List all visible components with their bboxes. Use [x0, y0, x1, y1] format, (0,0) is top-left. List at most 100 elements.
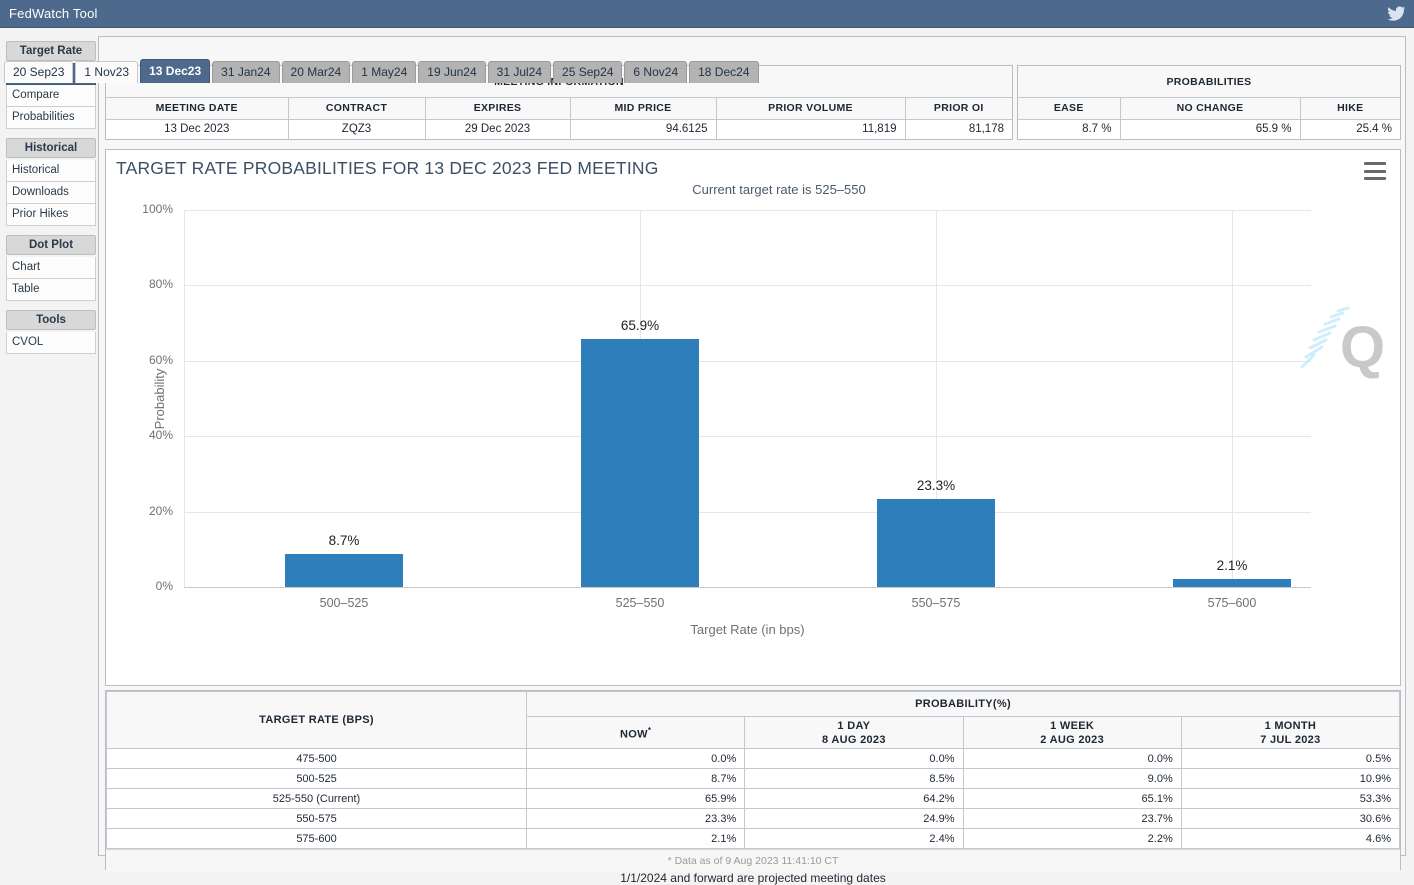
- sidebar: Target Rate Current Compare Probabilitie…: [6, 41, 96, 363]
- sidebar-item-chart[interactable]: Chart: [6, 257, 96, 279]
- x-tick-575-600: 575–600: [1207, 596, 1257, 610]
- chart-card: TARGET RATE PROBABILITIES FOR 13 DEC 202…: [105, 149, 1401, 686]
- data-as-of-note: * Data as of 9 Aug 2023 11:41:10 CT: [106, 849, 1400, 871]
- gridline-80: [184, 285, 1311, 287]
- tab-1-may24[interactable]: 1 May24: [352, 61, 417, 83]
- gridline-60: [184, 360, 1311, 362]
- sidebar-group-header-target-rate: Target Rate: [6, 41, 96, 61]
- bar-label-575-600: 2.1%: [1216, 558, 1248, 574]
- col-1-day-sub: 8 AUG 2023: [822, 733, 886, 746]
- cell-1-month: 30.6%: [1180, 808, 1401, 829]
- sidebar-item-table[interactable]: Table: [6, 279, 96, 301]
- table-row: 500-525 8.7% 8.5% 9.0% 10.9%: [106, 768, 1401, 789]
- sidebar-item-cvol[interactable]: CVOL: [6, 332, 96, 354]
- table-header-row-top: TARGET RATE (BPS) PROBABILITY(%): [106, 691, 1400, 749]
- meeting-information-table: MEETING DATE CONTRACT EXPIRES MID PRICE …: [106, 98, 1012, 139]
- tab-6-nov24[interactable]: 6 Nov24: [624, 61, 688, 83]
- twitter-icon[interactable]: [1386, 4, 1406, 24]
- cell-prior-oi: 81,178: [905, 119, 1012, 139]
- hamburger-bar-2: [1364, 169, 1386, 173]
- col-mid-price: MID PRICE: [570, 98, 717, 120]
- sidebar-group-target-rate: Target Rate Current Compare Probabilitie…: [6, 41, 96, 129]
- table-header-row: MEETING DATE CONTRACT EXPIRES MID PRICE …: [106, 98, 1012, 120]
- bar-525-550[interactable]: [581, 338, 699, 587]
- col-expires: EXPIRES: [425, 98, 571, 120]
- col-1-week: 1 WEEK 2 AUG 2023: [962, 716, 1182, 749]
- hamburger-bar-1: [1364, 162, 1386, 165]
- cell-1-day: 0.0%: [744, 748, 964, 769]
- cell-1-week: 2.2%: [962, 828, 1182, 849]
- tab-31-jan24[interactable]: 31 Jan24: [212, 61, 280, 83]
- cell-target: 575-600: [106, 828, 527, 849]
- hamburger-menu-icon[interactable]: [1364, 162, 1386, 180]
- gridline-100: [184, 210, 1311, 211]
- tab-31-jul24[interactable]: 31 Jul24: [487, 61, 552, 83]
- hamburger-bar-3: [1364, 177, 1386, 180]
- bar-label-500-525: 8.7%: [328, 533, 360, 549]
- cell-1-week: 23.7%: [962, 808, 1182, 829]
- col-1-month-label: 1 MONTH: [1264, 719, 1317, 732]
- cell-1-month: 10.9%: [1180, 768, 1401, 789]
- sidebar-item-probabilities[interactable]: Probabilities: [6, 107, 96, 129]
- x-tick-500-525: 500–525: [319, 596, 369, 610]
- sidebar-group-header-tools: Tools: [6, 310, 96, 330]
- cell-contract: ZQZ3: [288, 119, 426, 139]
- cell-1-day: 24.9%: [744, 808, 964, 829]
- sidebar-item-prior-hikes[interactable]: Prior Hikes: [6, 204, 96, 226]
- cell-1-day: 64.2%: [744, 788, 964, 809]
- cell-mid-price: 94.6125: [570, 119, 717, 139]
- tab-13-dec23[interactable]: 13 Dec23: [140, 59, 211, 83]
- sidebar-group-tools: Tools CVOL: [6, 310, 96, 354]
- titlebar-icons: [1386, 4, 1414, 24]
- cell-meeting-date: 13 Dec 2023: [106, 119, 289, 139]
- chart-subtitle: Current target rate is 525–550: [692, 182, 866, 197]
- col-now: NOW*: [525, 716, 746, 749]
- table-row: 550-575 23.3% 24.9% 23.7% 30.6%: [106, 808, 1401, 829]
- tab-1-nov23[interactable]: 1 Nov23: [75, 61, 139, 83]
- cell-now: 8.7%: [525, 768, 746, 789]
- table-row: 13 Dec 2023 ZQZ3 29 Dec 2023 94.6125 11,…: [106, 119, 1012, 139]
- cell-prior-volume: 11,819: [716, 119, 906, 139]
- bar-500-525[interactable]: [285, 554, 403, 587]
- window-title-bar: FedWatch Tool: [0, 0, 1414, 28]
- col-now-superscript: *: [647, 725, 652, 735]
- sidebar-item-compare[interactable]: Compare: [6, 85, 96, 107]
- cell-now: 23.3%: [525, 808, 746, 829]
- cell-ease: 8.7 %: [1018, 119, 1121, 139]
- bar-550-575[interactable]: [877, 499, 995, 587]
- col-1-week-label: 1 WEEK: [1050, 719, 1095, 732]
- meeting-date-tabs: 20 Sep23 1 Nov23 13 Dec23 31 Jan24 20 Ma…: [4, 59, 759, 83]
- sidebar-group-header-historical: Historical: [6, 138, 96, 158]
- col-1-day-label: 1 DAY: [837, 719, 871, 732]
- tab-18-dec24[interactable]: 18 Dec24: [689, 61, 759, 83]
- probabilities-title: PROBABILITIES: [1018, 66, 1400, 98]
- vgridline-3: [1232, 210, 1233, 587]
- col-target-rate-bps: TARGET RATE (BPS): [106, 691, 527, 749]
- bar-label-550-575: 23.3%: [916, 478, 956, 494]
- cell-now: 2.1%: [525, 828, 746, 849]
- tab-25-sep24[interactable]: 25 Sep24: [553, 61, 623, 83]
- page-body: Target Rate Current Compare Probabilitie…: [0, 28, 1414, 885]
- cell-1-week: 65.1%: [962, 788, 1182, 809]
- y-tick-20: 20%: [148, 503, 173, 518]
- y-axis-label: Probability: [151, 368, 167, 429]
- col-1-month: 1 MONTH 7 JUL 2023: [1180, 716, 1401, 749]
- tab-20-mar24[interactable]: 20 Mar24: [281, 61, 351, 83]
- table-row: 525-550 (Current) 65.9% 64.2% 65.1% 53.3…: [106, 788, 1401, 809]
- chart-plot-area: Probability 100% 80% 60% 40% 20% 0% 8.7%…: [142, 202, 1311, 637]
- sidebar-item-historical[interactable]: Historical: [6, 160, 96, 182]
- cell-target: 550-575: [106, 808, 527, 829]
- sidebar-group-historical: Historical Historical Downloads Prior Hi…: [6, 138, 96, 226]
- bar-575-600[interactable]: [1173, 579, 1291, 587]
- y-tick-0: 0%: [155, 579, 173, 593]
- cell-now: 65.9%: [525, 788, 746, 809]
- sidebar-item-downloads[interactable]: Downloads: [6, 182, 96, 204]
- cell-no-change: 65.9 %: [1120, 119, 1301, 139]
- col-hike: HIKE: [1300, 98, 1400, 120]
- tab-20-sep23[interactable]: 20 Sep23: [4, 61, 74, 83]
- tab-19-jun24[interactable]: 19 Jun24: [418, 61, 486, 83]
- x-tick-550-575: 550–575: [911, 596, 961, 610]
- col-meeting-date: MEETING DATE: [106, 98, 289, 120]
- cell-1-month: 4.6%: [1180, 828, 1401, 849]
- col-no-change: NO CHANGE: [1120, 98, 1301, 120]
